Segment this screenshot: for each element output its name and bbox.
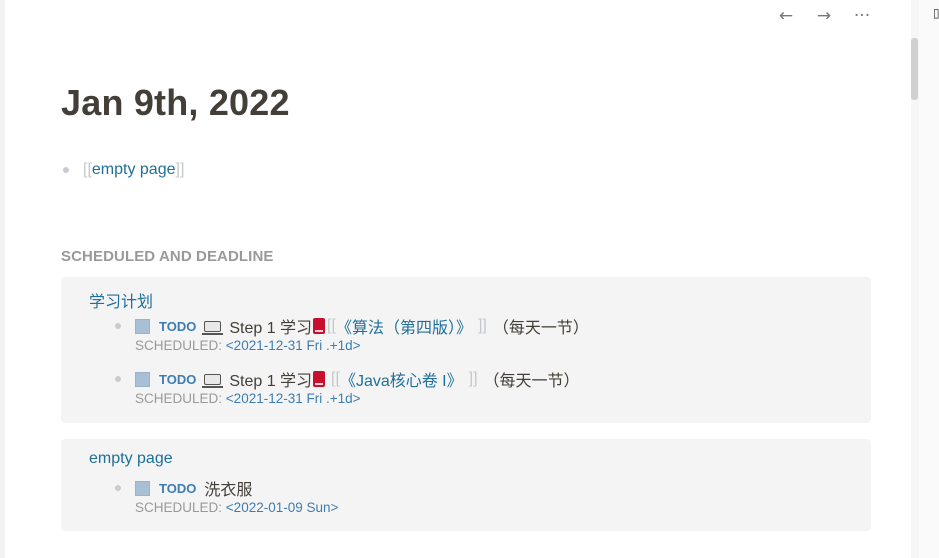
task-marker[interactable]: TODO — [159, 319, 196, 334]
bullet-icon[interactable] — [63, 167, 69, 173]
bullet-icon[interactable] — [115, 323, 121, 329]
link-open-bracket: [[ — [83, 161, 92, 178]
task-item[interactable]: TODO Step 1 学习 [[ 《算法（第四版）》 ]] （每天一节） — [115, 314, 589, 338]
laptop-icon — [202, 373, 224, 388]
scheduled-line: SCHEDULED: <2021-12-31 Fri .+1d> — [135, 338, 361, 353]
link-open-bracket: [[ — [327, 317, 336, 334]
scheduled-line: SCHEDULED: <2021-12-31 Fri .+1d> — [135, 391, 361, 406]
scheduled-date[interactable]: <2021-12-31 Fri .+1d> — [226, 391, 361, 406]
link-close-bracket: ]] — [468, 370, 478, 387]
book-page-link[interactable]: 《算法（第四版）》 — [336, 314, 472, 338]
more-icon[interactable]: ··· — [843, 4, 881, 28]
sidebar-edge-icon[interactable]: ▯ — [933, 6, 939, 20]
scheduled-label: SCHEDULED: — [135, 500, 223, 515]
red-book-icon — [313, 371, 326, 387]
task-text: 洗衣服 — [204, 482, 253, 499]
query-group: 学习计划 TODO Step 1 学习 [[ 《算法（第四版）》 ]] （每天一… — [61, 277, 871, 423]
red-book-icon — [313, 318, 326, 334]
todo-checkbox[interactable] — [135, 318, 150, 334]
link-open-bracket: [[ — [331, 370, 340, 387]
scheduled-date[interactable]: <2022-01-09 Sun> — [226, 500, 339, 515]
scheduled-label: SCHEDULED: — [135, 391, 223, 406]
todo-checkbox[interactable] — [135, 480, 150, 496]
task-text: Step 1 学习 — [229, 373, 313, 390]
laptop-icon — [202, 320, 224, 335]
task-text: Step 1 学习 — [229, 320, 313, 337]
group-title-link[interactable]: empty page — [89, 450, 173, 468]
scheduled-date[interactable]: <2021-12-31 Fri .+1d> — [226, 338, 361, 353]
group-title-link[interactable]: 学习计划 — [89, 288, 153, 312]
bullet-icon[interactable] — [115, 485, 121, 491]
task-suffix: （每天一节） — [483, 373, 580, 390]
page-ref-link[interactable]: empty page — [92, 161, 176, 179]
page-toolbar: ← → ··· — [767, 4, 881, 28]
todo-checkbox[interactable] — [135, 371, 150, 387]
scheduled-label: SCHEDULED: — [135, 338, 223, 353]
arrow-left-icon[interactable]: ← — [767, 4, 805, 28]
task-item[interactable]: TODO Step 1 学习 [[ 《Java核心卷 I》 ]] （每天一节） — [115, 367, 580, 391]
bullet-icon[interactable] — [115, 376, 121, 382]
task-marker[interactable]: TODO — [159, 372, 196, 387]
arrow-right-icon[interactable]: → — [805, 4, 843, 28]
link-close-bracket: ]] — [175, 161, 185, 178]
scheduled-line: SCHEDULED: <2022-01-09 Sun> — [135, 500, 338, 515]
page-canvas: ← → ··· Jan 9th, 2022 [[ empty page ]] S… — [5, 0, 911, 558]
link-close-bracket: ]] — [477, 317, 487, 334]
section-title[interactable]: SCHEDULED AND DEADLINE — [61, 248, 274, 265]
task-marker[interactable]: TODO — [159, 481, 196, 496]
page-title[interactable]: Jan 9th, 2022 — [61, 82, 290, 124]
task-suffix: （每天一节） — [492, 320, 589, 337]
task-item[interactable]: TODO 洗衣服 — [115, 476, 252, 500]
query-group: empty page TODO 洗衣服 SCHEDULED: <2022-01-… — [61, 439, 871, 531]
page-block[interactable]: [[ empty page ]] — [63, 161, 184, 179]
scrollbar-thumb[interactable] — [911, 38, 918, 100]
book-page-link[interactable]: 《Java核心卷 I》 — [340, 367, 463, 391]
